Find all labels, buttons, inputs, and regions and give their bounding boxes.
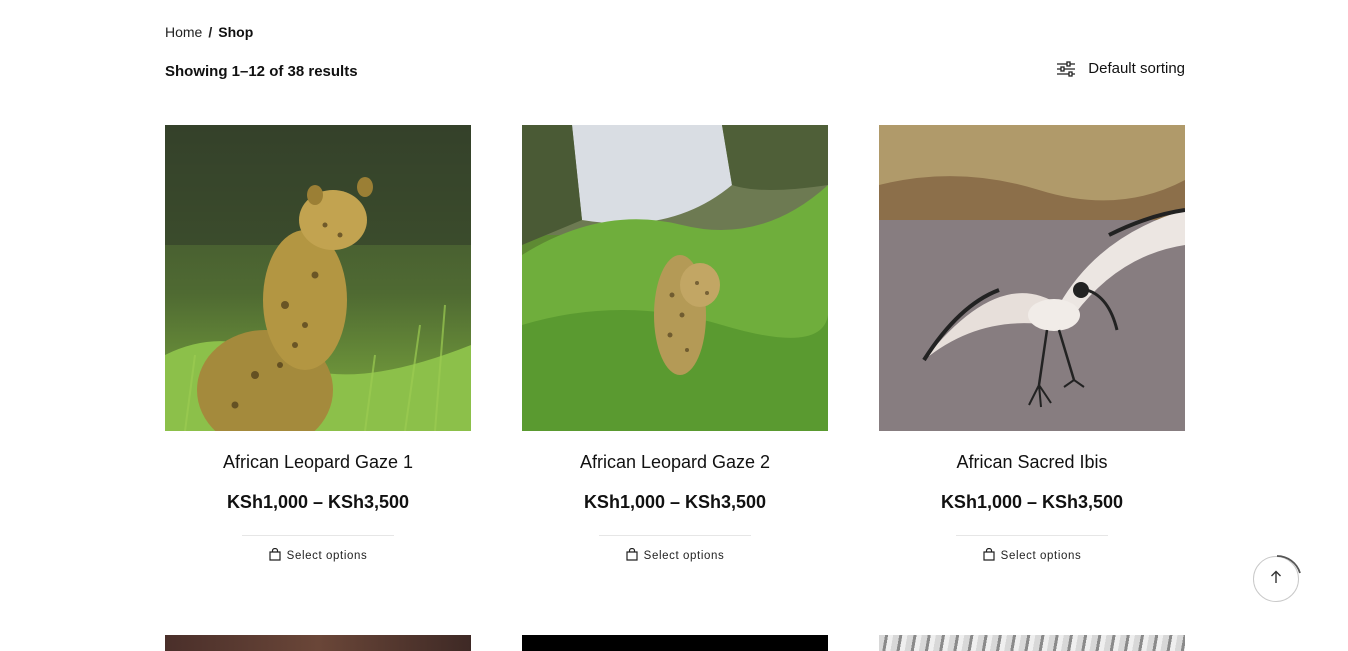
- product-price: KSh1,000 – KSh3,500: [940, 492, 1124, 512]
- product-image[interactable]: [522, 635, 828, 651]
- select-options-button[interactable]: Select options: [626, 547, 725, 564]
- shopping-bag-icon: [269, 547, 281, 564]
- breadcrumb-separator: /: [208, 24, 213, 40]
- divider: [956, 535, 1108, 536]
- breadcrumb-current: Shop: [218, 24, 254, 40]
- sorting-dropdown[interactable]: Default sorting: [1056, 60, 1185, 77]
- select-options-button[interactable]: Select options: [269, 547, 368, 564]
- shopping-bag-icon: [626, 547, 638, 564]
- product-image[interactable]: [165, 635, 471, 651]
- product-price: KSh1,000 – KSh3,500: [226, 492, 410, 512]
- sorting-label: Default sorting: [1088, 60, 1185, 77]
- product-title[interactable]: African Sacred Ibis: [879, 451, 1185, 473]
- select-options-label: Select options: [1000, 550, 1082, 562]
- divider: [599, 535, 751, 536]
- select-options-label: Select options: [643, 550, 725, 562]
- product-image[interactable]: [879, 635, 1185, 651]
- scroll-to-top-button[interactable]: [1253, 555, 1301, 602]
- product-card: African Sacred Ibis KSh1,000 – KSh3,500 …: [879, 125, 1185, 566]
- product-image[interactable]: [522, 125, 828, 431]
- divider: [242, 535, 394, 536]
- breadcrumb-home-link[interactable]: Home: [165, 24, 202, 40]
- shopping-bag-icon: [983, 547, 995, 564]
- sliders-icon: [1056, 60, 1076, 77]
- result-count: Showing 1–12 of 38 results: [165, 63, 358, 80]
- product-title[interactable]: African Leopard Gaze 1: [165, 451, 471, 473]
- select-options-label: Select options: [286, 550, 368, 562]
- product-image[interactable]: [879, 125, 1185, 431]
- product-title[interactable]: African Leopard Gaze 2: [522, 451, 828, 473]
- product-card: African Leopard Gaze 2 KSh1,000 – KSh3,5…: [522, 125, 828, 566]
- breadcrumb: Home / Shop: [165, 24, 253, 40]
- product-card: African Leopard Gaze 1 KSh1,000 – KSh3,5…: [165, 125, 471, 566]
- product-price: KSh1,000 – KSh3,500: [583, 492, 767, 512]
- product-image[interactable]: [165, 125, 471, 431]
- select-options-button[interactable]: Select options: [983, 547, 1082, 564]
